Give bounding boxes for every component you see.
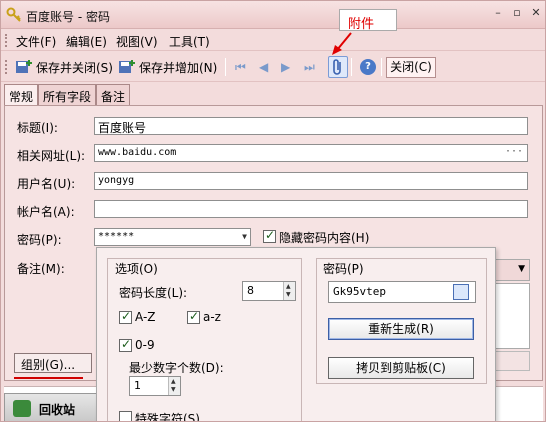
chevron-down-icon[interactable]: ▼ (242, 232, 247, 241)
recycle-icon (13, 400, 31, 417)
tab-general[interactable]: 常规 (4, 84, 39, 106)
toolbar-grip-icon (5, 60, 8, 74)
options-label: 选项(O) (115, 262, 158, 276)
copy-to-clipboard-button[interactable]: 拷贝到剪贴板(C) (328, 357, 474, 379)
url-input[interactable]: www.baidu.com ··· (94, 144, 528, 162)
special-chars-checkbox[interactable] (119, 411, 132, 421)
url-more-button[interactable]: ··· (505, 146, 523, 157)
restore-icon[interactable]: ▫ (512, 7, 522, 19)
toolbar-separator (351, 58, 352, 76)
password-input[interactable]: ****** ▼ (94, 228, 251, 246)
hide-password-label: 隐藏密码内容(H) (279, 231, 370, 245)
digits-checkbox[interactable] (119, 337, 132, 352)
menu-tools[interactable]: 工具(T) (169, 33, 210, 50)
paperclip-icon (333, 59, 341, 75)
hide-password-checkbox[interactable] (263, 228, 276, 243)
username-label: 用户名(U): (17, 177, 76, 191)
tab-all-fields[interactable]: 所有字段 (38, 84, 97, 105)
menu-view[interactable]: 视图(V) (116, 33, 158, 50)
copy-icon[interactable] (453, 284, 469, 300)
minimize-icon[interactable]: – (493, 7, 503, 19)
toolbar: 保存并关闭(S) 保存并增加(N) ⏮ ◀ ▶ ⏭ (1, 52, 545, 82)
regenerate-button[interactable]: 重新生成(R) (328, 318, 474, 340)
account-input[interactable] (94, 200, 528, 218)
annotation-underline (14, 377, 83, 379)
close-button[interactable]: 关闭(C) (386, 57, 436, 78)
stepper-arrows-icon[interactable]: ▲ ▼ (283, 282, 295, 300)
toolbar-separator (381, 58, 382, 76)
recycle-bin-button[interactable]: 回收站 (4, 393, 101, 421)
prev-record-icon[interactable]: ◀ (259, 60, 268, 74)
special-chars-label: 特殊字符(S) (135, 412, 200, 422)
min-digits-stepper[interactable]: 1 ▲ ▼ (129, 376, 181, 396)
username-input[interactable]: yongyg (94, 172, 528, 190)
save-add-icon (119, 60, 135, 73)
uppercase-label: A-Z (135, 310, 156, 324)
stepper-arrows-icon[interactable]: ▲ ▼ (168, 377, 180, 395)
url-label: 相关网址(L): (17, 149, 86, 163)
tab-notes[interactable]: 备注 (96, 84, 131, 105)
window-title: 百度账号 - 密码 (26, 10, 110, 24)
chevron-down-icon: ▼ (518, 264, 525, 274)
attachment-button[interactable] (328, 56, 348, 78)
title-bar: 百度账号 - 密码 – ▫ ✕ (1, 1, 545, 29)
annotation-arrow-icon (332, 32, 352, 55)
save-add-button[interactable]: 保存并增加(N) (118, 57, 217, 77)
min-digits-label: 最少数字个数(D): (129, 361, 224, 375)
generated-password-label: 密码(P) (323, 262, 364, 276)
password-label: 密码(P): (17, 233, 62, 247)
close-icon[interactable]: ✕ (531, 7, 541, 19)
title-input[interactable]: 百度账号 (94, 117, 528, 135)
group-button[interactable]: 组别(G)... (14, 353, 92, 373)
lowercase-label: a-z (203, 310, 221, 324)
lowercase-checkbox[interactable] (187, 309, 200, 324)
toolbar-separator (225, 58, 226, 76)
uppercase-checkbox[interactable] (119, 309, 132, 324)
account-label: 帐户名(A): (17, 205, 75, 219)
app-window: 百度账号 - 密码 – ▫ ✕ 附件 文件(F) 编辑(E) 视图(V) 工具(… (0, 0, 546, 422)
next-record-icon[interactable]: ▶ (281, 60, 290, 74)
length-stepper[interactable]: 8 ▲ ▼ (242, 281, 296, 301)
menu-grip-icon (5, 34, 8, 47)
menu-edit[interactable]: 编辑(E) (66, 33, 107, 50)
length-label: 密码长度(L): (119, 286, 188, 300)
annotation-callout: 附件 (339, 9, 397, 32)
last-record-icon[interactable]: ⏭ (304, 60, 315, 75)
save-close-button[interactable]: 保存并关闭(S) (15, 57, 113, 77)
notes-label: 备注(M): (17, 262, 65, 276)
password-generator-popup: 选项(O) 密码长度(L): 8 ▲▼ A-Z a-z 0-9 最少数字个数(D… (96, 247, 496, 422)
menu-file[interactable]: 文件(F) (16, 33, 56, 50)
menu-bar: 文件(F) 编辑(E) 视图(V) 工具(T) (1, 29, 545, 51)
key-icon (6, 7, 21, 22)
first-record-icon[interactable]: ⏮ (235, 60, 246, 75)
title-label: 标题(I): (17, 121, 58, 135)
help-icon[interactable]: ? (360, 59, 376, 75)
save-icon (16, 60, 32, 73)
digits-label: 0-9 (135, 338, 155, 352)
annotation-label: 附件 (348, 17, 375, 32)
